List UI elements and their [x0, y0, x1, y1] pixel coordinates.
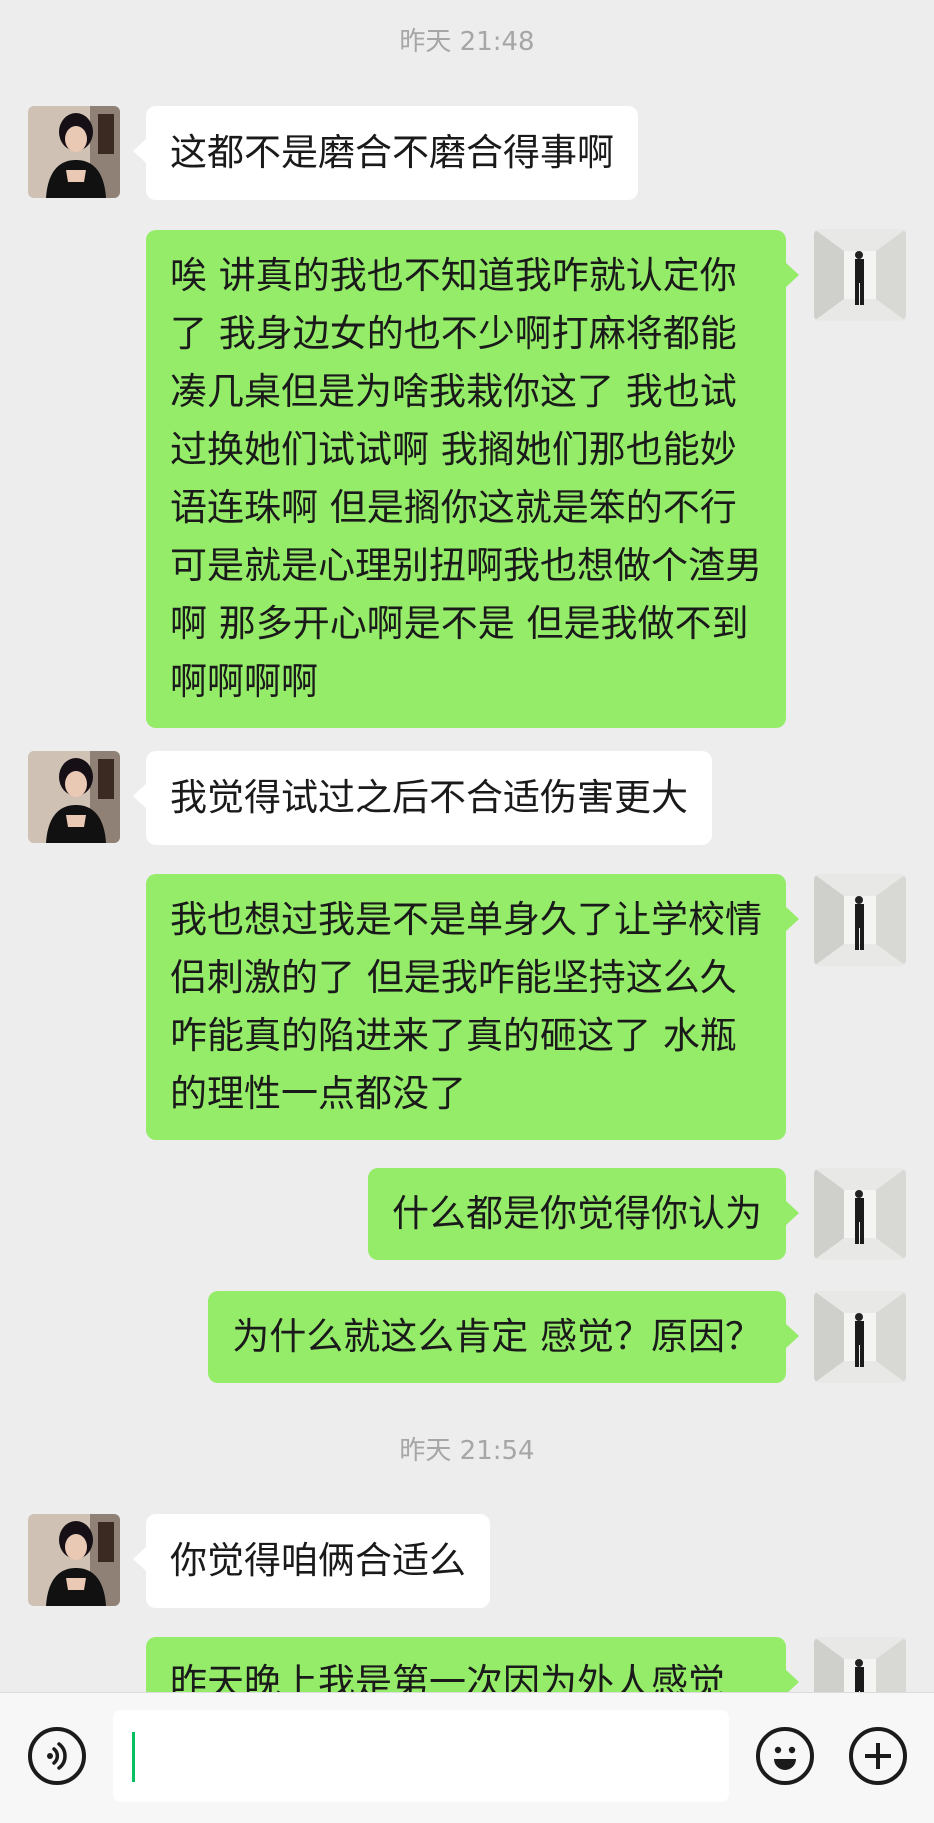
- contact-avatar[interactable]: [28, 1514, 120, 1606]
- self-avatar[interactable]: [814, 874, 906, 966]
- timestamp: 昨天 21:48: [399, 27, 535, 57]
- text-cursor: [132, 1732, 135, 1782]
- message-bubble-sent[interactable]: 为什么就这么肯定 感觉？原因？: [208, 1291, 799, 1383]
- message-input[interactable]: [113, 1710, 729, 1802]
- self-avatar[interactable]: [814, 1637, 906, 1692]
- chat-area[interactable]: 昨天 21:48 这都不是磨合不磨合得事啊 唉 讲真的我也不知道我咋就认定你了 …: [0, 0, 934, 1692]
- message-bubble-received[interactable]: 这都不是磨合不磨合得事啊: [133, 106, 638, 200]
- message-bubble-received[interactable]: 你觉得咱俩合适么: [133, 1514, 490, 1608]
- plus-icon[interactable]: [849, 1727, 907, 1785]
- message-bubble-sent[interactable]: 唉 讲真的我也不知道我咋就认定你了 我身边女的也不少啊打麻将都能凑几桌但是为啥我…: [146, 230, 799, 728]
- self-avatar[interactable]: [814, 1168, 906, 1260]
- contact-avatar[interactable]: [28, 106, 120, 198]
- self-avatar[interactable]: [814, 1291, 906, 1383]
- emoji-icon[interactable]: [756, 1727, 814, 1785]
- self-avatar[interactable]: [814, 229, 906, 321]
- contact-avatar[interactable]: [28, 751, 120, 843]
- message-bubble-sent[interactable]: 我也想过我是不是单身久了让学校情侣刺激的了 但是我咋能坚持这么久咋能真的陷进来了…: [146, 874, 799, 1140]
- input-bar: [0, 1692, 934, 1823]
- message-bubble-received[interactable]: 我觉得试过之后不合适伤害更大: [133, 751, 712, 845]
- message-bubble-sent[interactable]: 什么都是你觉得你认为: [368, 1168, 799, 1260]
- timestamp: 昨天 21:54: [399, 1436, 535, 1466]
- message-bubble-sent[interactable]: 昨天晚上我是第一次因为外人感觉: [146, 1637, 799, 1692]
- voice-icon[interactable]: [28, 1727, 86, 1785]
